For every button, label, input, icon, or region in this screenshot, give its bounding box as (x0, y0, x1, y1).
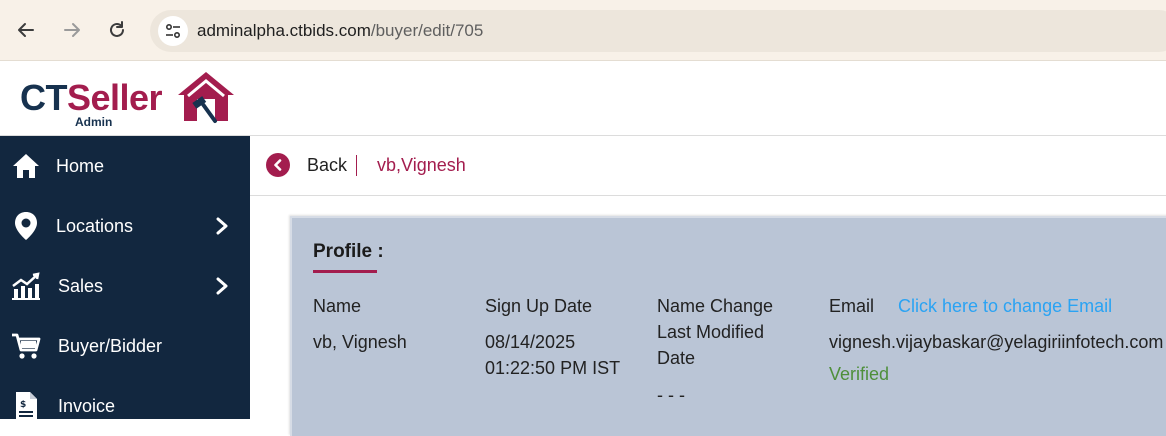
chevron-left-icon (274, 159, 282, 171)
site-info-button[interactable] (158, 16, 188, 46)
logo-wordmark: CTSeller (20, 77, 163, 119)
signup-date-label: Sign Up Date (485, 296, 593, 316)
main-content: Back vb,Vignesh Profile : Name vb, Vigne… (250, 136, 1166, 436)
sidebar-item-label: Sales (58, 275, 104, 296)
cart-icon (11, 331, 41, 361)
arrow-left-icon (18, 23, 34, 37)
logo-ct: CT (20, 77, 68, 118)
browser-back-button[interactable] (10, 14, 42, 46)
svg-text:$: $ (20, 400, 26, 410)
back-link[interactable]: Back (307, 155, 347, 176)
address-bar[interactable]: adminalpha.ctbids.com/buyer/edit/705 (150, 10, 1166, 52)
sidebar-item-locations[interactable]: Locations (0, 196, 250, 256)
sidebar-item-label: Invoice (58, 395, 116, 416)
browser-forward-button[interactable] (56, 14, 88, 46)
app-header: CTSeller Admin (0, 61, 1166, 136)
sales-chart-icon (11, 271, 41, 301)
logo-subtitle: Admin (75, 115, 113, 129)
name-change-label-line3: Date (657, 348, 696, 368)
page-title: vb,Vignesh (377, 155, 466, 175)
url-host: adminalpha.ctbids.com (197, 21, 371, 40)
back-button-circle[interactable] (266, 153, 290, 177)
chevron-right-icon (214, 216, 230, 236)
email-label: Email (829, 296, 875, 316)
sidebar-item-invoice[interactable]: $ Invoice (0, 376, 250, 436)
profile-heading: Profile : (313, 241, 384, 262)
sidebar: Home Locations Sales Buyer/Bidder $ Invo… (0, 136, 250, 420)
url-path: /buyer/edit/705 (370, 21, 484, 40)
email-value: vignesh.vijaybaskar@yelagiriinfotech.com (829, 332, 1164, 352)
sidebar-item-label: Locations (56, 215, 134, 236)
invoice-icon: $ (11, 391, 41, 421)
browser-reload-button[interactable] (101, 14, 133, 46)
browser-toolbar: adminalpha.ctbids.com/buyer/edit/705 (0, 0, 1166, 61)
signup-date-value: 08/14/2025 (485, 332, 576, 352)
logo-seller: Seller (67, 77, 163, 118)
change-email-link[interactable]: Click here to change Email (898, 293, 1112, 319)
reload-icon (110, 21, 124, 37)
email-verified-status: Verified (829, 364, 890, 384)
arrow-right-icon (64, 23, 80, 37)
signup-time-value: 01:22:50 PM IST (485, 358, 621, 378)
sidebar-item-label: Home (56, 155, 105, 176)
heading-underline (313, 270, 377, 273)
divider (356, 155, 357, 176)
profile-panel: Profile : Name vb, Vignesh Sign Up Date … (290, 216, 1166, 436)
name-value: vb, Vignesh (313, 332, 407, 352)
url-text: adminalpha.ctbids.com/buyer/edit/705 (197, 21, 483, 41)
tune-icon (165, 23, 181, 39)
house-gavel-icon (178, 72, 234, 123)
back-bar: Back vb,Vignesh (250, 136, 1166, 196)
name-change-value: - - - (657, 385, 685, 405)
name-change-label-line1: Name Change (657, 296, 774, 316)
sidebar-item-home[interactable]: Home (0, 136, 250, 196)
name-change-label-line2: Last Modified (657, 322, 765, 342)
ctseller-logo[interactable]: CTSeller Admin (20, 67, 240, 131)
sidebar-item-buyer-bidder[interactable]: Buyer/Bidder (0, 316, 250, 376)
home-icon (11, 151, 41, 181)
location-pin-icon (11, 211, 41, 241)
chevron-right-icon (214, 276, 230, 296)
sidebar-item-sales[interactable]: Sales (0, 256, 250, 316)
name-label: Name (313, 296, 362, 316)
sidebar-item-label: Buyer/Bidder (58, 335, 163, 356)
